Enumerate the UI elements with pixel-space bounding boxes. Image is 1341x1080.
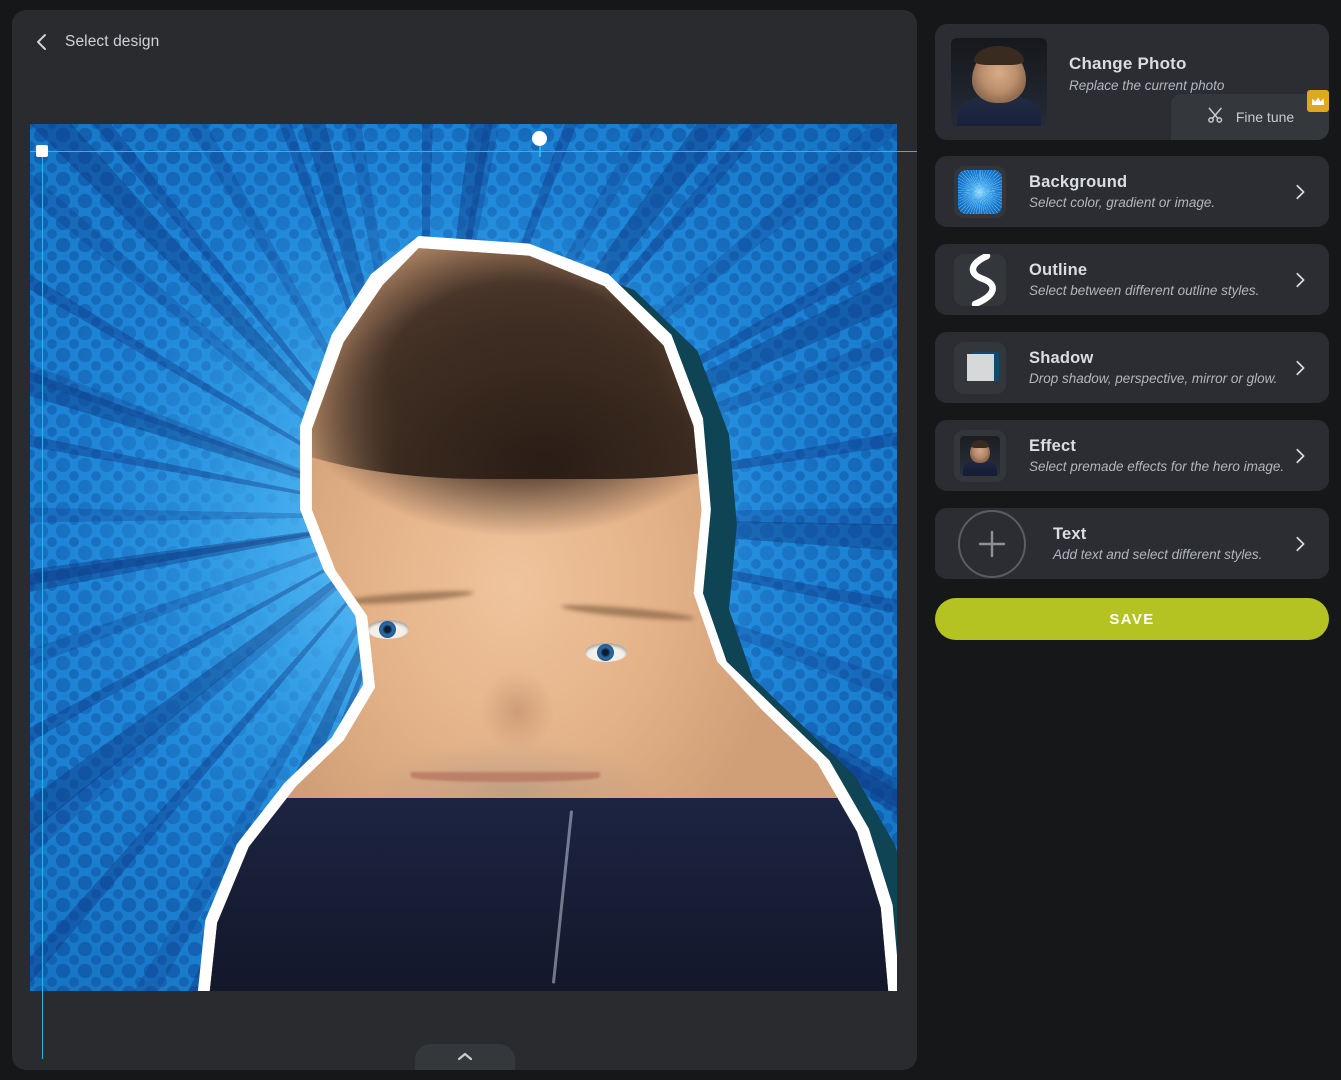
row-title: Shadow — [1029, 349, 1094, 367]
chevron-right-icon — [1291, 271, 1309, 289]
sidebar-item-background[interactable]: Background Select color, gradient or ima… — [935, 156, 1329, 227]
row-title: Effect — [1029, 437, 1077, 455]
plus-circle-icon — [954, 506, 1030, 582]
sidebar: Change Photo Replace the current photo F… — [935, 24, 1329, 640]
row-text: Effect Select premade effects for the he… — [1029, 437, 1284, 474]
chevron-right-icon — [1291, 535, 1309, 553]
row-text: Shadow Drop shadow, perspective, mirror … — [1029, 349, 1277, 386]
sidebar-item-outline[interactable]: Outline Select between different outline… — [935, 244, 1329, 315]
resize-handle[interactable] — [36, 145, 48, 157]
row-text: Text Add text and select different style… — [1053, 525, 1262, 562]
row-subtitle: Select between different outline styles. — [1029, 283, 1260, 298]
row-subtitle: Add text and select different styles. — [1053, 547, 1263, 562]
row-title: Outline — [1029, 261, 1088, 279]
change-photo-text: Change Photo Replace the current photo — [1069, 38, 1224, 93]
save-button[interactable]: SAVE — [935, 598, 1329, 640]
mouth — [410, 771, 601, 782]
row-text: Background Select color, gradient or ima… — [1029, 173, 1215, 210]
selection-top-line — [30, 151, 917, 152]
rotate-handle[interactable] — [532, 131, 547, 146]
design-canvas[interactable] — [30, 124, 897, 991]
change-photo-title: Change Photo — [1069, 54, 1187, 73]
eye-right — [584, 642, 627, 662]
effect-portrait-icon — [954, 429, 1006, 482]
chevron-right-icon — [1291, 447, 1309, 465]
chevron-up-icon — [457, 1052, 473, 1062]
save-label: SAVE — [1109, 610, 1155, 628]
change-photo-card[interactable]: Change Photo Replace the current photo F… — [935, 24, 1329, 140]
scissors-icon — [1206, 105, 1226, 130]
chevron-left-icon[interactable] — [32, 32, 52, 52]
s-curve-outline-icon — [954, 253, 1006, 306]
row-subtitle: Select color, gradient or image. — [1029, 195, 1216, 210]
bottom-drawer-toggle[interactable] — [414, 1044, 515, 1070]
app-root: Select design Change Photo Replace the c… — [0, 0, 1341, 1080]
sidebar-item-shadow[interactable]: Shadow Drop shadow, perspective, mirror … — [935, 332, 1329, 403]
editor-panel: Select design — [12, 10, 917, 1070]
row-title: Text — [1053, 525, 1087, 543]
change-photo-subtitle: Replace the current photo — [1069, 78, 1225, 93]
editor-header: Select design — [12, 10, 917, 74]
row-title: Background — [1029, 173, 1128, 191]
eye-left — [367, 619, 410, 639]
page-title: Select design — [65, 33, 160, 50]
subject-cutout[interactable] — [150, 236, 897, 991]
crown-icon — [1307, 90, 1329, 112]
drop-shadow-square-icon — [954, 341, 1006, 394]
row-text: Outline Select between different outline… — [1029, 261, 1259, 298]
sidebar-item-effect[interactable]: Effect Select premade effects for the he… — [935, 420, 1329, 491]
sidebar-item-text[interactable]: Text Add text and select different style… — [935, 508, 1329, 579]
fine-tune-label: Fine tune — [1235, 109, 1295, 125]
chevron-right-icon — [1291, 359, 1309, 377]
photo-thumbnail[interactable] — [951, 38, 1047, 126]
row-subtitle: Drop shadow, perspective, mirror or glow… — [1029, 371, 1278, 386]
chevron-right-icon — [1291, 183, 1309, 201]
subject-photo — [209, 248, 889, 991]
selection-left-line — [42, 151, 43, 1059]
burst-thumbnail-icon — [954, 165, 1006, 218]
fine-tune-button[interactable]: Fine tune — [1171, 90, 1329, 140]
row-subtitle: Select premade effects for the hero imag… — [1029, 459, 1285, 474]
